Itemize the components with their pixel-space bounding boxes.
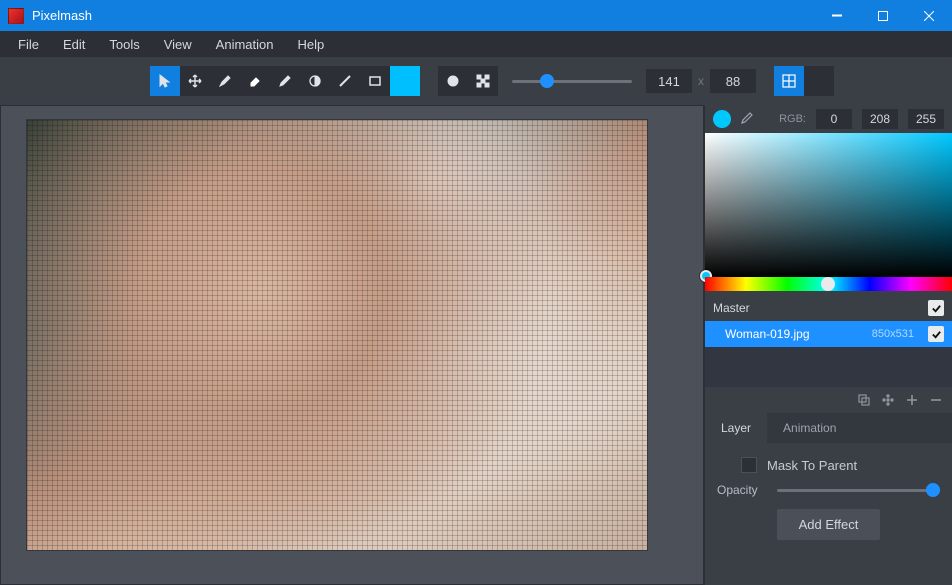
tool-line[interactable]: [330, 66, 360, 96]
layers-empty-area: [705, 347, 952, 387]
grid-alt-button[interactable]: [804, 66, 834, 96]
opacity-slider[interactable]: [777, 483, 940, 497]
main-row: RGB: 0 208 255 Master Woman-019.jpg 850x…: [0, 105, 952, 585]
window-close-button[interactable]: [906, 0, 952, 31]
canvas-image[interactable]: [27, 120, 647, 550]
rgb-label: RGB:: [779, 113, 806, 125]
toolbar: 141 x 88: [0, 57, 952, 105]
menu-view[interactable]: View: [152, 34, 204, 55]
layer-toolbar: [705, 387, 952, 413]
brush-size-slider[interactable]: [512, 66, 632, 96]
hue-slider[interactable]: [705, 277, 952, 291]
menu-tools[interactable]: Tools: [97, 34, 151, 55]
hue-thumb-icon[interactable]: [821, 277, 835, 291]
eyedropper-icon[interactable]: [737, 110, 755, 128]
tool-pencil[interactable]: [270, 66, 300, 96]
shape-dither[interactable]: [468, 66, 498, 96]
menu-file[interactable]: File: [6, 34, 51, 55]
canvas-area[interactable]: [0, 105, 704, 585]
menu-help[interactable]: Help: [285, 34, 336, 55]
layer-add-button[interactable]: [900, 389, 924, 411]
tool-rectangle[interactable]: [360, 66, 390, 96]
layer-dims: 850x531: [872, 328, 914, 340]
dimension-x-label: x: [692, 74, 710, 88]
tab-layer[interactable]: Layer: [705, 413, 767, 443]
title-bar: Pixelmash: [0, 0, 952, 31]
tool-fill[interactable]: [300, 66, 330, 96]
tool-move[interactable]: [180, 66, 210, 96]
foreground-color-swatch[interactable]: [390, 66, 420, 96]
tab-animation[interactable]: Animation: [767, 413, 852, 443]
color-header: RGB: 0 208 255: [705, 105, 952, 133]
window-minimize-button[interactable]: [814, 0, 860, 31]
mask-to-parent-checkbox[interactable]: [741, 457, 757, 473]
property-tabs: Layer Animation: [705, 413, 952, 443]
layer-visibility-checkbox[interactable]: [928, 326, 944, 342]
menu-animation[interactable]: Animation: [204, 34, 286, 55]
add-effect-row: Add Effect: [717, 509, 940, 540]
layer-master-label: Master: [713, 301, 750, 315]
rgb-b-input[interactable]: 255: [908, 109, 944, 129]
tool-eraser[interactable]: [240, 66, 270, 96]
opacity-row: Opacity: [717, 483, 940, 497]
menu-edit[interactable]: Edit: [51, 34, 97, 55]
current-color-swatch[interactable]: [713, 110, 731, 128]
tool-brush[interactable]: [210, 66, 240, 96]
layer-master-visibility-checkbox[interactable]: [928, 300, 944, 316]
tool-pointer[interactable]: [150, 66, 180, 96]
mask-to-parent-row: Mask To Parent: [741, 457, 940, 473]
layer-master-row[interactable]: Master: [705, 295, 952, 321]
shape-circle[interactable]: [438, 66, 468, 96]
rgb-g-input[interactable]: 208: [862, 109, 898, 129]
mask-to-parent-label: Mask To Parent: [767, 458, 857, 473]
add-effect-button[interactable]: Add Effect: [777, 509, 881, 540]
saturation-value-picker[interactable]: [705, 133, 952, 277]
layer-row-selected[interactable]: Woman-019.jpg 850x531: [705, 321, 952, 347]
layer-options: Mask To Parent Opacity Add Effect: [705, 443, 952, 540]
layers-panel: Master Woman-019.jpg 850x531: [705, 295, 952, 387]
layer-center-icon[interactable]: [876, 389, 900, 411]
opacity-label: Opacity: [717, 483, 769, 497]
layer-duplicate-icon[interactable]: [852, 389, 876, 411]
layer-remove-button[interactable]: [924, 389, 948, 411]
rgb-r-input[interactable]: 0: [816, 109, 852, 129]
window-maximize-button[interactable]: [860, 0, 906, 31]
app-icon: [8, 8, 24, 24]
menu-bar: File Edit Tools View Animation Help: [0, 31, 952, 57]
grid-toggle-button[interactable]: [774, 66, 804, 96]
app-title: Pixelmash: [32, 8, 814, 23]
layer-name: Woman-019.jpg: [725, 327, 810, 341]
canvas-width-input[interactable]: 141: [646, 69, 692, 93]
right-panel: RGB: 0 208 255 Master Woman-019.jpg 850x…: [704, 105, 952, 585]
canvas-height-input[interactable]: 88: [710, 69, 756, 93]
